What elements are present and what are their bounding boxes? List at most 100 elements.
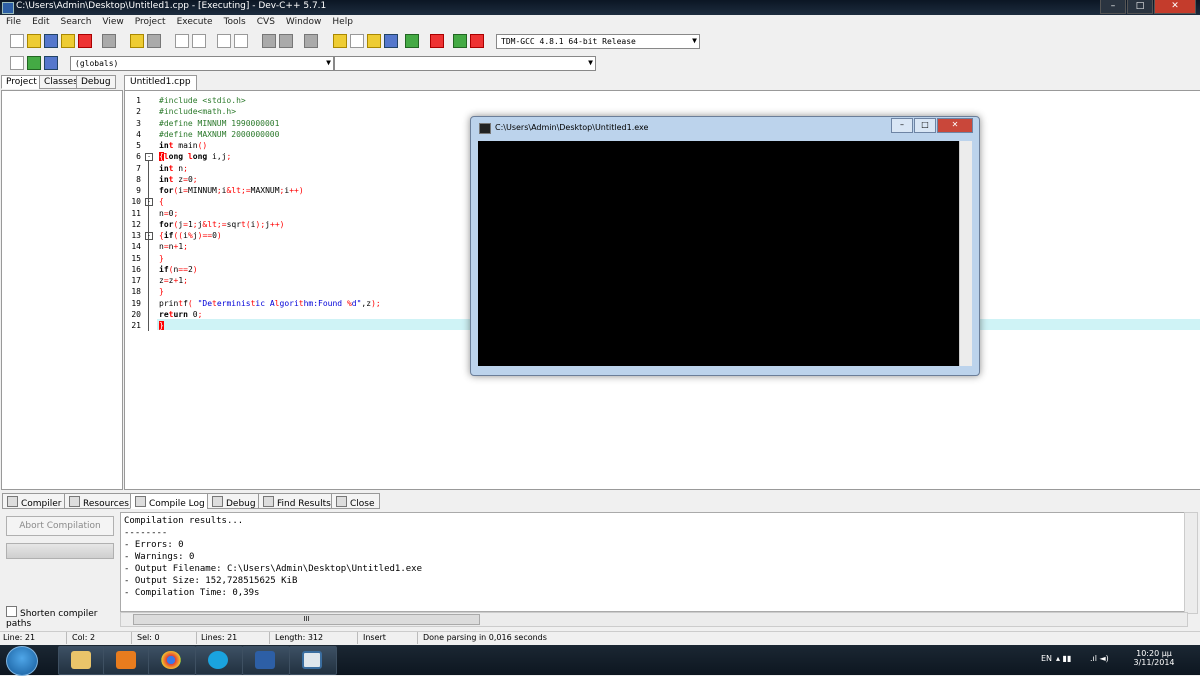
tab-compiler-label: Compiler xyxy=(21,499,62,509)
compiler-icon xyxy=(7,496,18,507)
compile-icon[interactable] xyxy=(333,34,347,48)
console-scrollbar[interactable] xyxy=(959,141,972,366)
menu-execute[interactable]: Execute xyxy=(171,16,218,30)
menu-file[interactable]: File xyxy=(0,16,26,30)
maximize-button[interactable]: □ xyxy=(1127,0,1153,14)
tab-untitled1-cpp[interactable]: Untitled1.cpp xyxy=(124,75,197,90)
new-file-icon[interactable] xyxy=(10,34,24,48)
status-divider xyxy=(131,632,132,644)
run-icon[interactable] xyxy=(350,34,364,48)
fold-toggle-icon[interactable]: - xyxy=(145,232,153,240)
open-file-icon[interactable] xyxy=(27,34,41,48)
save-icon[interactable] xyxy=(44,34,58,48)
tab-debug-bottom[interactable]: Debug xyxy=(207,493,261,509)
devcpp-taskbar-button[interactable] xyxy=(242,646,290,675)
tab-close[interactable]: Close xyxy=(331,493,380,509)
compile-log-output[interactable]: Compilation results... -------- - Errors… xyxy=(120,512,1186,612)
minimize-button[interactable]: – xyxy=(1100,0,1126,14)
compiler-select[interactable]: TDM-GCC 4.8.1 64-bit Release ▼ xyxy=(496,34,700,49)
menu-view[interactable]: View xyxy=(96,16,128,30)
console-close-button[interactable]: ✕ xyxy=(937,118,973,133)
status-divider xyxy=(417,632,418,644)
code-line[interactable]: 1 #include <stdio.h> xyxy=(125,95,1200,106)
code-text: for(j=1;j&lt;=sqrt(i);j++) xyxy=(159,219,285,229)
new-class-icon[interactable] xyxy=(10,56,24,70)
menu-project[interactable]: Project xyxy=(129,16,171,30)
language-indicator[interactable]: EN xyxy=(1041,654,1052,663)
menu-cvs[interactable]: CVS xyxy=(251,16,280,30)
tab-resources[interactable]: Resources xyxy=(64,493,134,509)
code-text: } xyxy=(159,253,164,263)
replace-icon[interactable] xyxy=(192,34,206,48)
tab-compiler[interactable]: Compiler xyxy=(2,493,67,509)
indent-icon[interactable] xyxy=(217,34,231,48)
syntax-check-icon[interactable] xyxy=(405,34,419,48)
rebuild-all-icon[interactable] xyxy=(384,34,398,48)
print-icon[interactable] xyxy=(102,34,116,48)
save-all-icon[interactable] xyxy=(61,34,75,48)
log-vertical-scrollbar[interactable] xyxy=(1184,512,1198,614)
code-text: { xyxy=(159,197,164,207)
title-bar: C:\Users\Admin\Desktop\Untitled1.cpp - [… xyxy=(0,0,1200,15)
log-line: - Output Size: 152,728515625 KiB xyxy=(124,576,298,586)
menu-search[interactable]: Search xyxy=(55,16,97,30)
compile-run-icon[interactable] xyxy=(367,34,381,48)
tab-project[interactable]: Project xyxy=(1,75,42,89)
code-text: printf( "Deterministic Algorithm:Found %… xyxy=(159,298,381,308)
fold-toggle-icon[interactable]: - xyxy=(145,198,153,207)
window-controls: – □ ✕ xyxy=(1099,0,1196,14)
line-number: 13 xyxy=(131,231,141,240)
tab-compile-log-label: Compile Log xyxy=(149,499,205,509)
member-select[interactable]: ▼ xyxy=(334,56,596,71)
line-number: 9 xyxy=(136,186,141,195)
scope-select[interactable]: (globals) ▼ xyxy=(70,56,334,71)
skype-taskbar-button[interactable] xyxy=(195,646,243,675)
network-icon[interactable]: ▴ ▮▮ xyxy=(1056,654,1082,663)
fold-toggle-icon[interactable]: - xyxy=(145,153,153,162)
tab-compile-log[interactable]: Compile Log xyxy=(130,493,210,509)
goto-definition-icon[interactable] xyxy=(44,56,58,70)
unindent-icon[interactable] xyxy=(234,34,248,48)
redo-icon[interactable] xyxy=(147,34,161,48)
volume-icon[interactable]: .ıl ◄) xyxy=(1090,654,1120,663)
console-minimize-button[interactable]: – xyxy=(891,118,913,133)
console-maximize-button[interactable]: □ xyxy=(914,118,936,133)
profile-chart-icon[interactable] xyxy=(453,34,467,48)
compilation-progress-bar xyxy=(6,543,114,559)
delete-profile-icon[interactable] xyxy=(470,34,484,48)
goto-back-icon[interactable] xyxy=(262,34,276,48)
windows-taskbar: EN ▴ ▮▮ .ıl ◄) 10:20 μμ 3/11/2014 xyxy=(0,645,1200,676)
goto-forward-icon[interactable] xyxy=(279,34,293,48)
goto-declaration-icon[interactable] xyxy=(27,56,41,70)
find-icon[interactable] xyxy=(175,34,189,48)
abort-compilation-button[interactable]: Abort Compilation xyxy=(6,516,114,536)
console-window[interactable]: C:\Users\Admin\Desktop\Untitled1.exe – □… xyxy=(470,116,980,376)
explorer-taskbar-button[interactable] xyxy=(58,646,106,675)
bookmark-icon[interactable] xyxy=(304,34,318,48)
close-button[interactable]: ✕ xyxy=(1154,0,1196,14)
media-player-taskbar-button[interactable] xyxy=(103,646,151,675)
menu-edit[interactable]: Edit xyxy=(26,16,54,30)
shorten-paths-checkbox[interactable] xyxy=(6,606,17,617)
tab-find-results[interactable]: Find Results xyxy=(258,493,336,509)
menu-help[interactable]: Help xyxy=(326,16,358,30)
stop-execution-icon[interactable] xyxy=(430,34,444,48)
undo-icon[interactable] xyxy=(130,34,144,48)
compile-log-icon xyxy=(135,496,146,507)
code-text: #define MAXNUM 2000000000 xyxy=(159,129,280,139)
chrome-icon xyxy=(161,651,181,669)
chrome-taskbar-button[interactable] xyxy=(148,646,196,675)
clock[interactable]: 10:20 μμ 3/11/2014 xyxy=(1128,649,1180,667)
shorten-paths-option[interactable]: Shorten compiler paths xyxy=(6,606,120,629)
code-text: } xyxy=(159,321,164,330)
console-output[interactable] xyxy=(478,141,959,366)
menu-tools[interactable]: Tools xyxy=(218,16,251,30)
start-button[interactable] xyxy=(6,646,38,676)
scrollbar-thumb[interactable]: III xyxy=(133,614,480,625)
log-line: - Output Filename: C:\Users\Admin\Deskto… xyxy=(124,564,423,574)
tab-debug[interactable]: Debug xyxy=(76,75,116,89)
log-horizontal-scrollbar[interactable]: III xyxy=(120,612,1188,627)
console-taskbar-button[interactable] xyxy=(289,646,337,675)
close-file-icon[interactable] xyxy=(78,34,92,48)
menu-window[interactable]: Window xyxy=(280,16,327,30)
